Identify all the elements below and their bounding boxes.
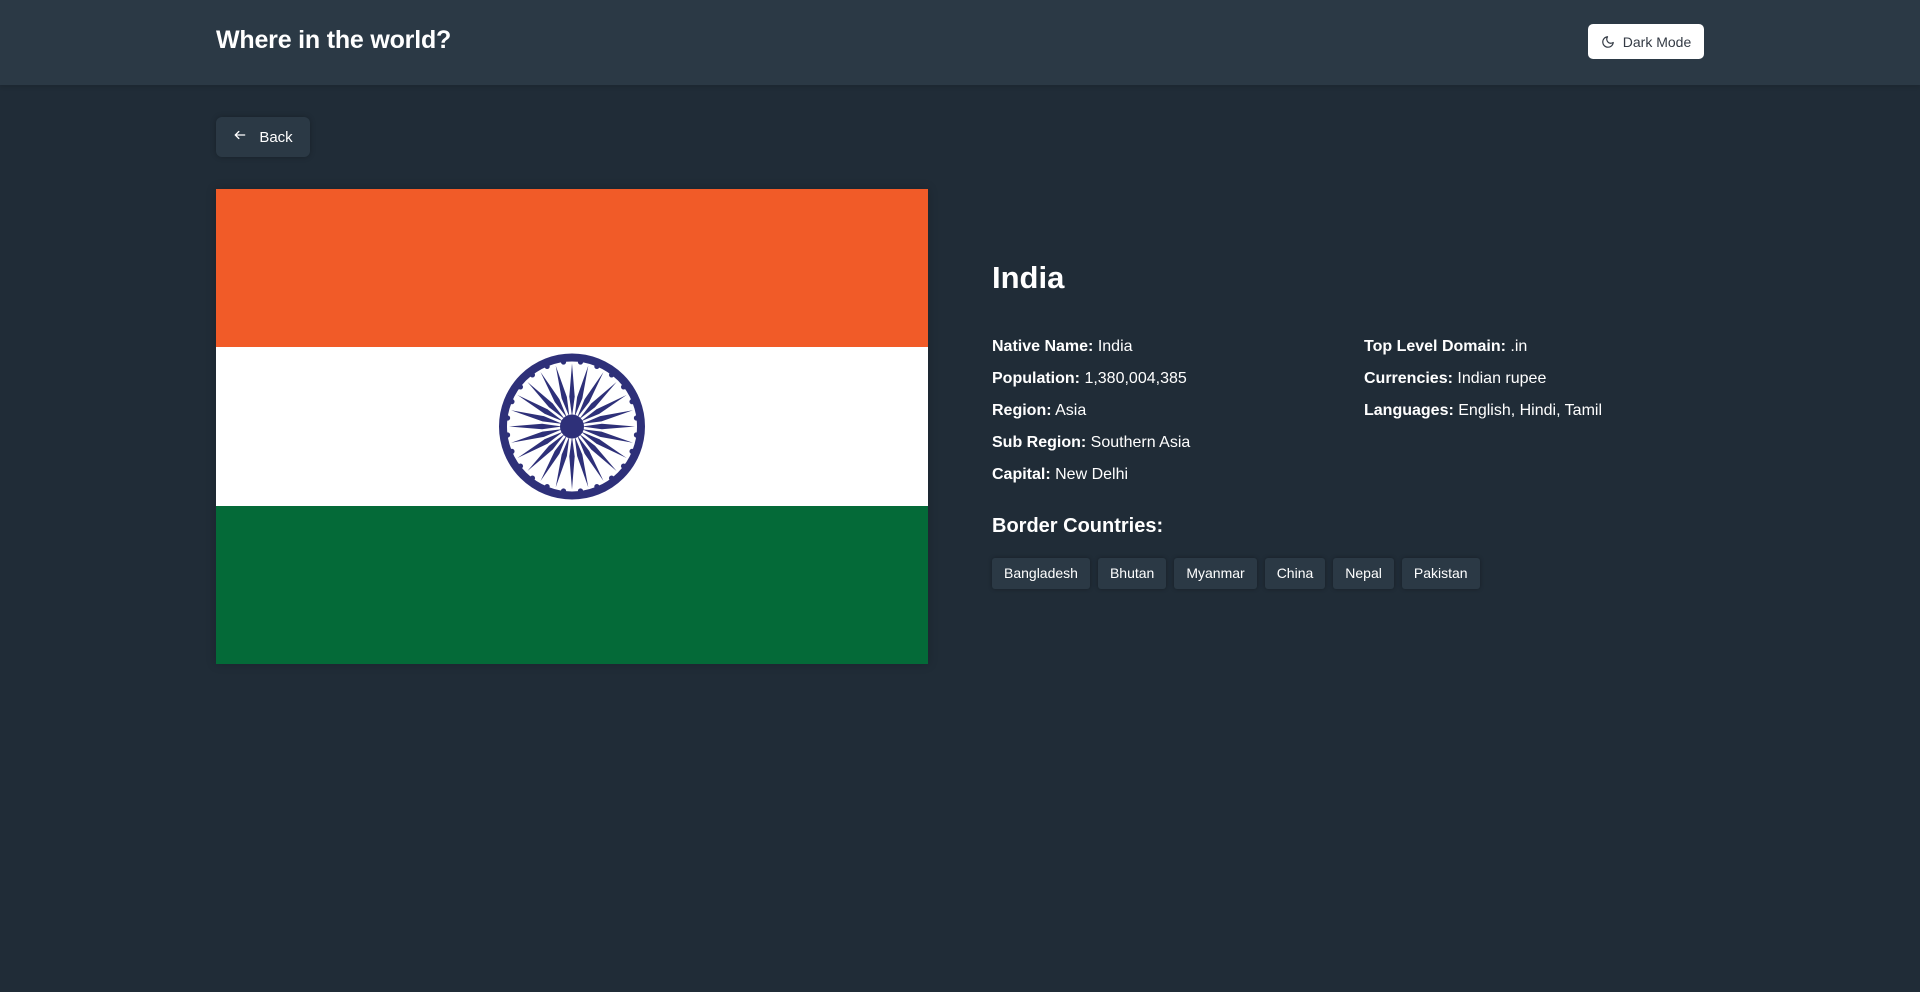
detail-row: Population: 1,380,004,385	[992, 363, 1190, 395]
back-button-label: Back	[259, 128, 293, 146]
detail-label: Region:	[992, 402, 1052, 419]
border-country-chip[interactable]: China	[1264, 558, 1326, 589]
detail-row: Region: Asia	[992, 395, 1190, 427]
border-country-chip[interactable]: Bangladesh	[992, 558, 1090, 589]
country-name: India	[992, 260, 1065, 295]
detail-row: Top Level Domain: .in	[1364, 331, 1602, 363]
app-title: Where in the world?	[216, 26, 452, 54]
ashoka-chakra-icon	[499, 353, 645, 500]
detail-row: Sub Region: Southern Asia	[992, 427, 1190, 459]
moon-icon	[1601, 35, 1615, 49]
flag-india	[216, 189, 928, 664]
border-countries-title: Border Countries:	[992, 515, 1164, 537]
arrow-left-icon	[233, 128, 247, 146]
border-country-chip[interactable]: Myanmar	[1174, 558, 1257, 589]
detail-label: Languages:	[1364, 402, 1454, 419]
border-countries-list: Bangladesh Bhutan Myanmar China Nepal Pakista…	[992, 558, 1480, 589]
detail-value: India	[1097, 338, 1133, 355]
detail-value: English, Hindi, Tamil	[1458, 402, 1603, 419]
theme-toggle-label: Dark Mode	[1622, 33, 1692, 50]
detail-label: Sub Region:	[992, 434, 1087, 451]
detail-value: Indian rupee	[1457, 370, 1547, 387]
detail-label: Capital:	[992, 466, 1051, 483]
detail-row: Native Name: India	[992, 331, 1190, 363]
detail-value: 1,380,004,385	[1084, 370, 1187, 387]
detail-label: Population:	[992, 370, 1080, 387]
detail-value: Asia	[1055, 402, 1087, 419]
country-flag	[216, 189, 928, 664]
theme-toggle-button[interactable]: Dark Mode	[1588, 24, 1704, 59]
detail-label: Currencies:	[1364, 370, 1453, 387]
details-secondary: Top Level Domain: .in Currencies: Indian …	[1364, 331, 1602, 427]
detail-label: Top Level Domain:	[1364, 338, 1506, 355]
border-country-chip[interactable]: Bhutan	[1097, 558, 1167, 589]
app-header: Where in the world? Dark Mode	[0, 0, 1920, 85]
border-country-chip[interactable]: Pakistan	[1401, 558, 1480, 589]
detail-value: New Delhi	[1055, 466, 1129, 483]
detail-row: Currencies: Indian rupee	[1364, 363, 1602, 395]
detail-label: Native Name:	[992, 338, 1094, 355]
detail-value: Southern Asia	[1090, 434, 1191, 451]
detail-row: Languages: English, Hindi, Tamil	[1364, 395, 1602, 427]
back-button[interactable]: Back	[216, 117, 310, 157]
details-primary: Native Name: India Population: 1,380,004,…	[992, 331, 1190, 491]
border-country-chip[interactable]: Nepal	[1333, 558, 1394, 589]
detail-row: Capital: New Delhi	[992, 459, 1190, 491]
detail-value: .in	[1510, 338, 1528, 355]
